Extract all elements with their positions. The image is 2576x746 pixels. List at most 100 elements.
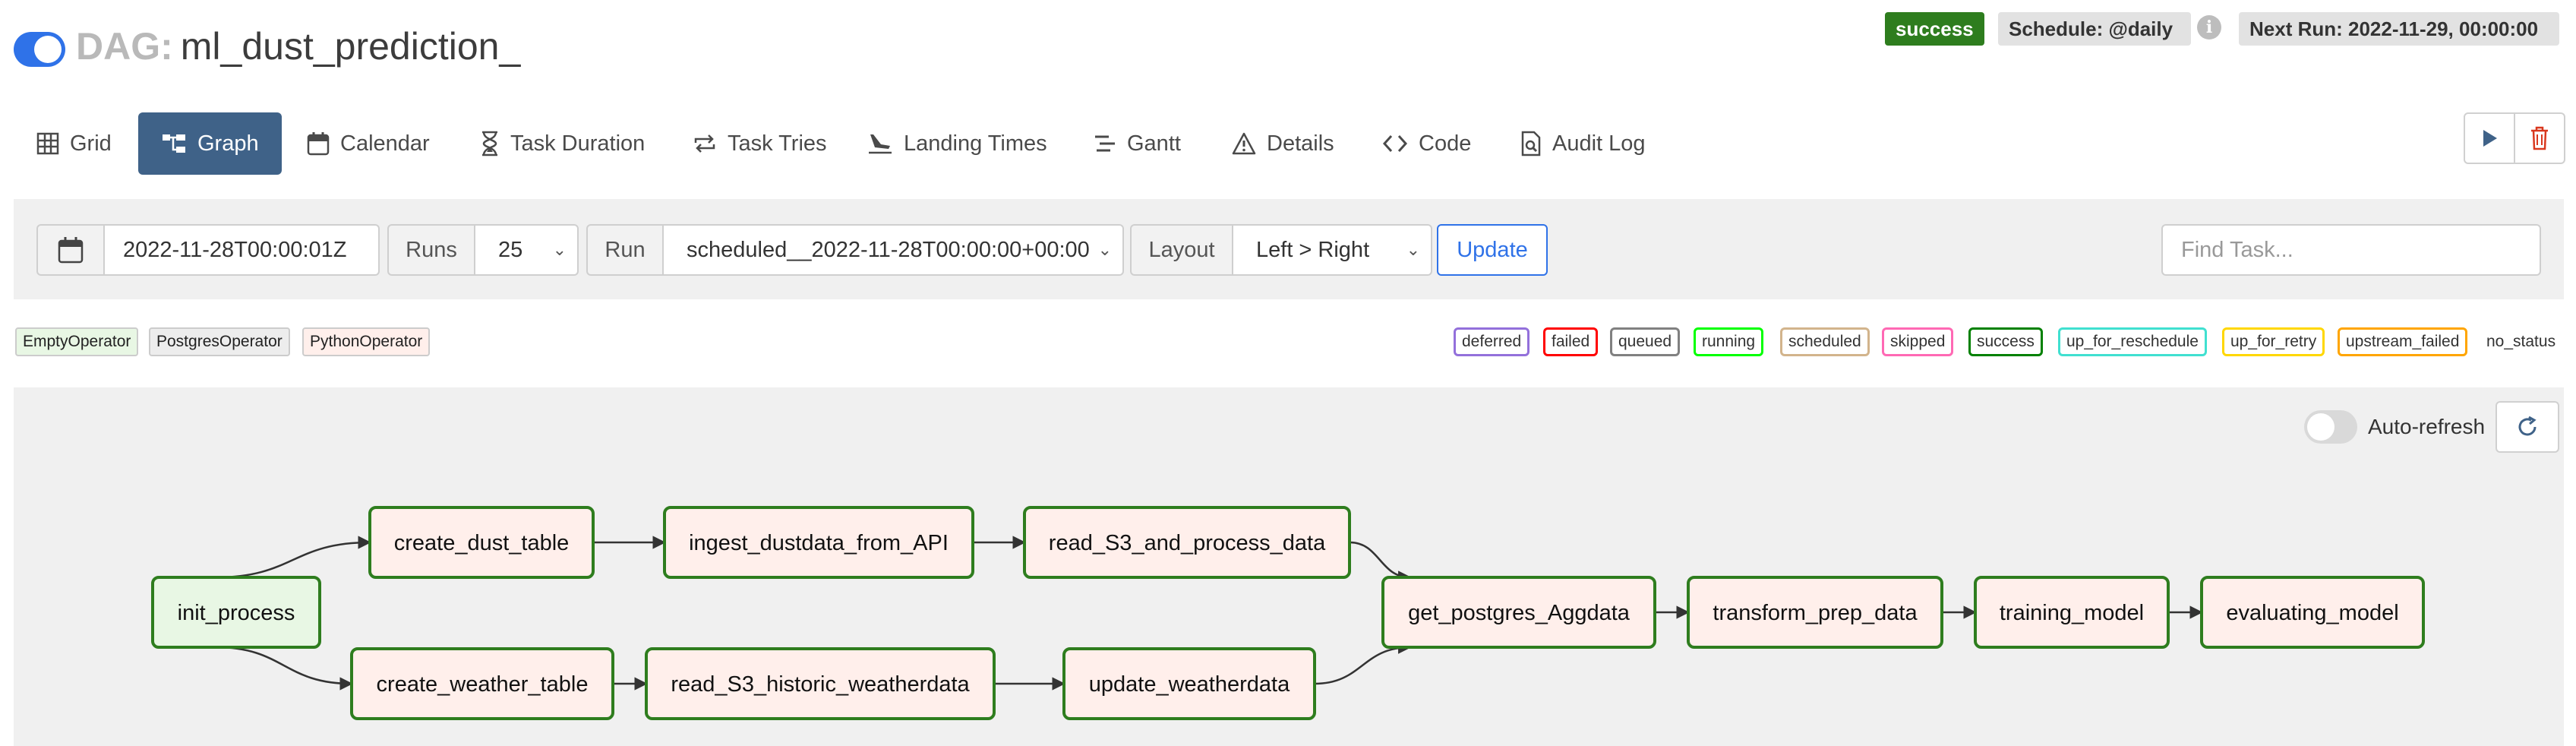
layout-select[interactable]: Left > Right ⌄	[1232, 224, 1432, 276]
task-node-read-s3-and-process-data[interactable]: read_S3_and_process_data	[1023, 506, 1351, 579]
legend-operator-python[interactable]: PythonOperator	[302, 327, 431, 356]
task-node-label: evaluating_model	[2226, 601, 2398, 625]
task-node-read-s3-historic-weatherdata[interactable]: read_S3_historic_weatherdata	[645, 647, 996, 720]
delete-dag-button[interactable]	[2514, 112, 2565, 164]
legend-state-scheduled[interactable]: scheduled	[1780, 327, 1870, 356]
legend-state-up-for-retry[interactable]: up_for_retry	[2222, 327, 2325, 356]
tab-label: Graph	[197, 131, 259, 156]
dag-prefix-label: DAG:	[76, 25, 173, 68]
legend-state-queued[interactable]: queued	[1610, 327, 1681, 356]
page-title: DAG: ml_dust_prediction_	[76, 23, 520, 70]
graph-edge	[1314, 640, 1412, 685]
task-node-label: ingest_dustdata_from_API	[689, 531, 949, 555]
legend-state-upstream-failed[interactable]: upstream_failed	[2338, 327, 2468, 356]
runs-label: Runs	[387, 224, 475, 276]
auto-refresh-label: Auto-refresh	[2368, 415, 2486, 438]
tab-calendar[interactable]: Calendar	[307, 112, 430, 175]
tab-label: Task Tries	[728, 131, 827, 156]
task-node-init-process[interactable]: init_process	[151, 576, 321, 649]
trash-icon	[2531, 126, 2548, 150]
find-task-input[interactable]: Find Task...	[2161, 224, 2541, 276]
audit-icon	[1521, 131, 1541, 156]
next-run-badge: Next Run: 2022-11-29, 00:00:00	[2239, 12, 2559, 46]
tab-label: Landing Times	[904, 131, 1047, 156]
task-node-ingest-dustdata-from-api[interactable]: ingest_dustdata_from_API	[663, 506, 974, 579]
task-node-label: get_postgres_Aggdata	[1408, 601, 1631, 625]
warning-icon	[1232, 132, 1256, 155]
info-icon[interactable]: i	[2197, 15, 2221, 40]
graph-edge	[216, 536, 371, 579]
tab-grid[interactable]: Grid	[36, 112, 112, 175]
tab-task-tries[interactable]: Task Tries	[693, 112, 827, 175]
tab-gantt[interactable]: Gantt	[1094, 112, 1181, 175]
date-picker-button[interactable]	[36, 224, 105, 276]
legend-state-deferred[interactable]: deferred	[1454, 327, 1530, 356]
runs-select[interactable]: 25 ⌄	[474, 224, 579, 276]
dag-pause-toggle[interactable]	[14, 32, 65, 67]
run-select[interactable]: scheduled__2022-11-28T00:00:00+00:00 ⌄	[662, 224, 1124, 276]
refresh-button[interactable]	[2496, 401, 2559, 453]
task-node-create-dust-table[interactable]: create_dust_table	[368, 506, 595, 579]
grid-icon	[36, 132, 59, 155]
task-node-label: create_weather_table	[377, 672, 589, 697]
play-icon	[2483, 130, 2497, 147]
legend-state-success[interactable]: success	[1968, 327, 2043, 356]
task-node-label: update_weatherdata	[1089, 672, 1290, 697]
gantt-icon	[1095, 135, 1115, 152]
task-node-create-weather-table[interactable]: create_weather_table	[350, 647, 614, 720]
base-date-input[interactable]: 2022-11-28T00:00:01Z	[103, 224, 380, 276]
graph-edge	[1349, 541, 1412, 584]
schedule-badge: Schedule: @daily	[1998, 12, 2191, 46]
task-node-evaluating-model[interactable]: evaluating_model	[2200, 576, 2425, 649]
landing-icon	[869, 134, 892, 154]
tab-task-duration[interactable]: Task Duration	[480, 112, 645, 175]
tab-code[interactable]: Code	[1382, 112, 1471, 175]
tab-landing-times[interactable]: Landing Times	[867, 112, 1047, 175]
legend-state-running[interactable]: running	[1694, 327, 1764, 356]
legend-state-up-for-reschedule[interactable]: up_for_reschedule	[2058, 327, 2207, 356]
task-node-label: create_dust_table	[394, 531, 570, 555]
task-node-label: read_S3_historic_weatherdata	[671, 672, 970, 697]
legend-state-failed[interactable]: failed	[1543, 327, 1599, 356]
run-select-value: scheduled__2022-11-28T00:00:00+00:00	[687, 238, 1090, 262]
tab-label: Grid	[70, 131, 112, 156]
code-icon	[1382, 134, 1408, 153]
layout-label: Layout	[1130, 224, 1233, 276]
graph-edge	[216, 646, 353, 691]
tab-details[interactable]: Details	[1232, 112, 1334, 175]
dag-graph-canvas: init_process create_dust_table ingest_dust…	[14, 387, 2564, 746]
dag-graph-svg: init_process create_dust_table ingest_dust…	[151, 506, 2425, 720]
tab-label: Gantt	[1127, 131, 1181, 156]
auto-refresh-toggle[interactable]	[2304, 410, 2357, 444]
hourglass-icon	[482, 131, 497, 156]
chevron-down-icon: ⌄	[1097, 240, 1112, 259]
trigger-dag-button[interactable]	[2464, 112, 2515, 164]
refresh-icon	[2518, 416, 2537, 436]
legend-state-no-status: no_status	[2486, 333, 2556, 350]
tab-graph[interactable]: Graph	[138, 112, 282, 175]
tab-label: Calendar	[340, 131, 430, 156]
dag-id-label: ml_dust_prediction_	[180, 25, 521, 68]
update-button[interactable]: Update	[1437, 224, 1548, 276]
task-node-training-model[interactable]: training_model	[1974, 576, 2170, 649]
tab-audit-log[interactable]: Audit Log	[1520, 112, 1646, 175]
task-node-transform-prep-data[interactable]: transform_prep_data	[1687, 576, 1943, 649]
tab-label: Task Duration	[510, 131, 646, 156]
dag-state-badge: success	[1885, 12, 1984, 46]
tab-label: Audit Log	[1552, 131, 1646, 156]
task-node-update-weatherdata[interactable]: update_weatherdata	[1062, 647, 1316, 720]
tab-label: Code	[1419, 131, 1472, 156]
retry-icon	[694, 134, 715, 153]
calendar-icon	[307, 132, 330, 156]
tab-label: Details	[1267, 131, 1334, 156]
legend-operator-empty[interactable]: EmptyOperator	[15, 327, 139, 356]
task-node-get-postgres-aggdata[interactable]: get_postgres_Aggdata	[1381, 576, 1656, 649]
task-node-label: training_model	[2000, 601, 2144, 625]
legend-state-skipped[interactable]: skipped	[1882, 327, 1954, 356]
legend-operator-postgres[interactable]: PostgresOperator	[149, 327, 290, 356]
runs-select-value: 25	[498, 238, 523, 262]
layout-select-value: Left > Right	[1256, 238, 1370, 262]
task-node-label: init_process	[178, 601, 295, 625]
chevron-down-icon: ⌄	[1406, 240, 1420, 259]
chevron-down-icon: ⌄	[552, 240, 567, 259]
